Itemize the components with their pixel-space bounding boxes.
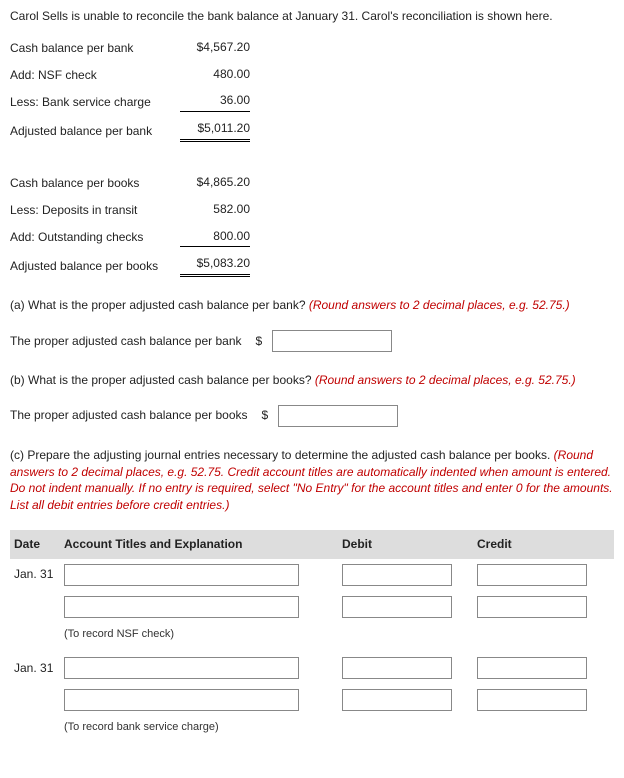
je-header-debit: Debit xyxy=(334,536,469,553)
intro-text: Carol Sells is unable to reconcile the b… xyxy=(10,8,614,25)
journal-entry-row xyxy=(10,591,614,623)
reconciliation-bank-table: Cash balance per bank $4,567.20 Add: NSF… xyxy=(10,39,614,142)
dollar-sign: $ xyxy=(262,407,269,424)
recon-value: $5,011.20 xyxy=(180,120,250,142)
je-account-input[interactable] xyxy=(64,689,299,711)
je-date: Jan. 31 xyxy=(14,566,64,583)
je-header-credit: Credit xyxy=(469,536,604,553)
journal-entry-row xyxy=(10,684,614,716)
recon-value: $4,567.20 xyxy=(180,39,250,58)
recon-label: Less: Deposits in transit xyxy=(10,202,180,219)
je-credit-input[interactable] xyxy=(477,564,587,586)
recon-label: Adjusted balance per books xyxy=(10,258,180,275)
question-c-text: (c) Prepare the adjusting journal entrie… xyxy=(10,448,554,462)
je-credit-input[interactable] xyxy=(477,689,587,711)
question-c: (c) Prepare the adjusting journal entrie… xyxy=(10,447,614,514)
journal-entry-row: Jan. 31 xyxy=(10,652,614,684)
je-debit-input[interactable] xyxy=(342,564,452,586)
answer-b-input[interactable] xyxy=(278,405,398,427)
recon-label: Add: Outstanding checks xyxy=(10,229,180,246)
recon-value: 800.00 xyxy=(180,228,250,248)
recon-label: Cash balance per bank xyxy=(10,40,180,57)
recon-value: 36.00 xyxy=(180,92,250,112)
je-credit-input[interactable] xyxy=(477,596,587,618)
question-b-text: (b) What is the proper adjusted cash bal… xyxy=(10,373,315,387)
question-b-hint: (Round answers to 2 decimal places, e.g.… xyxy=(315,373,576,387)
je-debit-input[interactable] xyxy=(342,689,452,711)
je-header-date: Date xyxy=(14,536,64,553)
je-hint-2: (To record bank service charge) xyxy=(10,716,614,745)
journal-entry-header: Date Account Titles and Explanation Debi… xyxy=(10,530,614,559)
question-a-text: (a) What is the proper adjusted cash bal… xyxy=(10,298,309,312)
je-debit-input[interactable] xyxy=(342,657,452,679)
recon-label: Less: Bank service charge xyxy=(10,94,180,111)
je-date: Jan. 31 xyxy=(14,660,64,677)
je-account-input[interactable] xyxy=(64,596,299,618)
recon-value: 582.00 xyxy=(180,201,250,220)
question-a-hint: (Round answers to 2 decimal places, e.g.… xyxy=(309,298,570,312)
question-a: (a) What is the proper adjusted cash bal… xyxy=(10,297,614,314)
dollar-sign: $ xyxy=(256,333,263,350)
recon-label: Add: NSF check xyxy=(10,67,180,84)
je-debit-input[interactable] xyxy=(342,596,452,618)
je-hint-1: (To record NSF check) xyxy=(10,623,614,652)
je-account-input[interactable] xyxy=(64,564,299,586)
recon-label: Cash balance per books xyxy=(10,175,180,192)
recon-value: 480.00 xyxy=(180,66,250,85)
journal-entry-row: Jan. 31 xyxy=(10,559,614,591)
je-credit-input[interactable] xyxy=(477,657,587,679)
question-b: (b) What is the proper adjusted cash bal… xyxy=(10,372,614,389)
answer-b-label: The proper adjusted cash balance per boo… xyxy=(10,407,248,424)
recon-label: Adjusted balance per bank xyxy=(10,123,180,140)
recon-value: $5,083.20 xyxy=(180,255,250,277)
reconciliation-books-table: Cash balance per books $4,865.20 Less: D… xyxy=(10,174,614,277)
recon-value: $4,865.20 xyxy=(180,174,250,193)
je-header-account: Account Titles and Explanation xyxy=(64,536,334,553)
je-account-input[interactable] xyxy=(64,657,299,679)
answer-a-input[interactable] xyxy=(272,330,392,352)
answer-a-label: The proper adjusted cash balance per ban… xyxy=(10,333,242,350)
